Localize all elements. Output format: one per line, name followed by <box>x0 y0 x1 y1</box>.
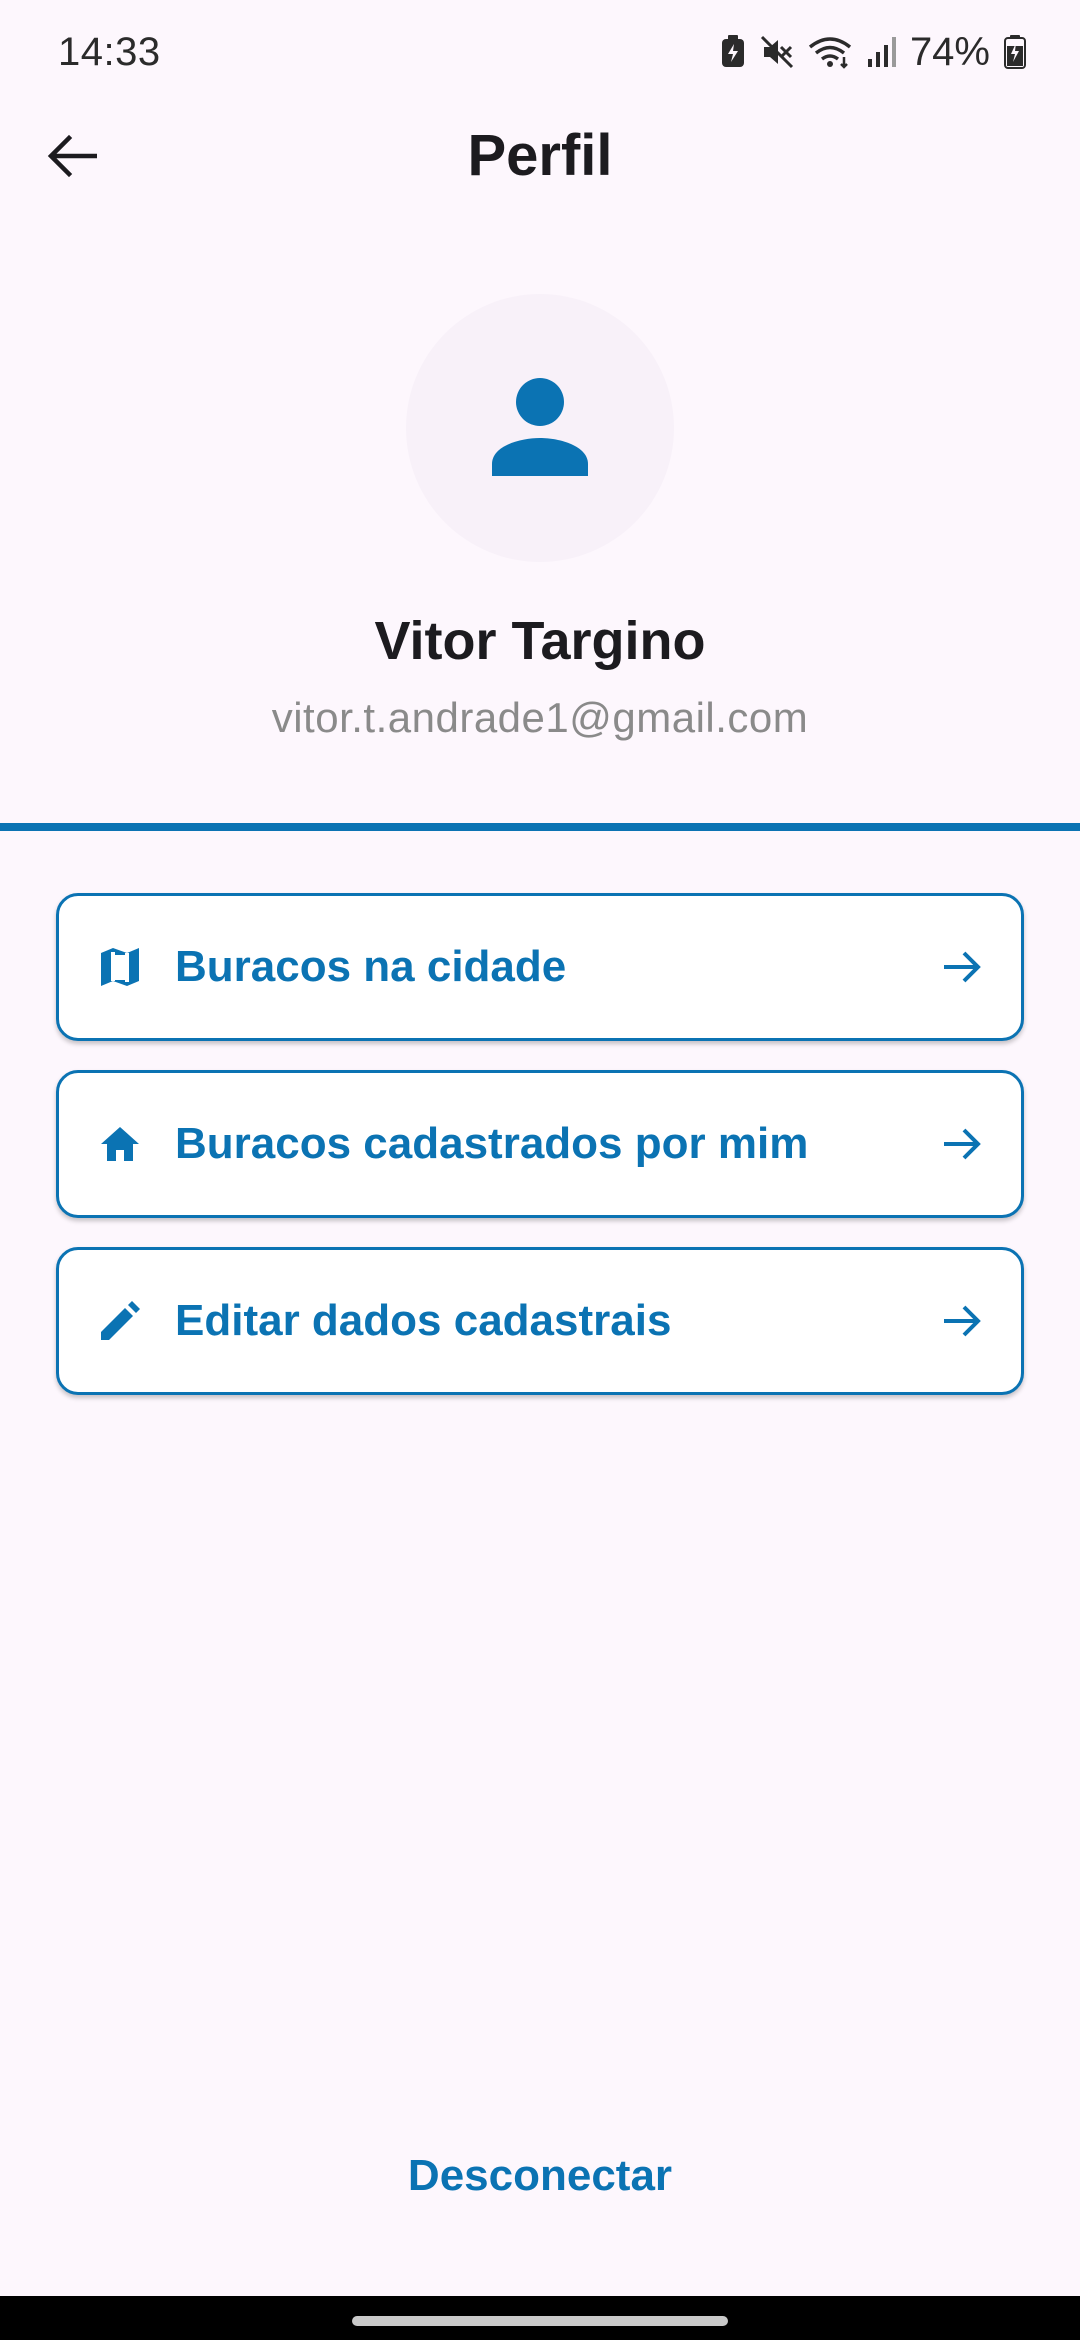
wifi-icon <box>808 35 852 69</box>
map-icon <box>93 940 147 994</box>
mute-icon <box>760 35 794 69</box>
home-icon <box>93 1117 147 1171</box>
status-icons: 74% <box>720 30 1026 75</box>
menu-item-label: Editar dados cadastrais <box>175 1296 672 1345</box>
home-gesture-handle[interactable] <box>352 2316 728 2326</box>
battery-icon <box>1004 35 1026 69</box>
profile-name: Vitor Targino <box>374 611 706 671</box>
menu-item-label: Buracos cadastrados por mim <box>175 1119 809 1168</box>
arrow-forward-icon <box>937 1296 987 1346</box>
arrow-forward-icon <box>937 1119 987 1169</box>
battery-percentage: 74% <box>909 29 990 74</box>
logout-button[interactable]: Desconectar <box>340 2138 740 2214</box>
app-bar: Perfil <box>0 104 1080 212</box>
person-icon <box>490 376 590 481</box>
menu-item-label: Buracos na cidade <box>175 942 567 991</box>
menu-item-buracos-cadastrados[interactable]: Buracos cadastrados por mim <box>56 1070 1024 1218</box>
menu-item-editar-dados[interactable]: Editar dados cadastrais <box>56 1247 1024 1395</box>
profile-email: vitor.t.andrade1@gmail.com <box>271 694 809 741</box>
battery-saver-icon <box>720 35 746 69</box>
edit-pencil-icon <box>93 1294 147 1348</box>
signal-icon <box>866 35 896 69</box>
avatar <box>406 294 674 562</box>
menu-item-buracos-na-cidade[interactable]: Buracos na cidade <box>56 893 1024 1041</box>
page-title: Perfil <box>467 123 613 188</box>
divider <box>0 823 1080 831</box>
arrow-forward-icon <box>937 942 987 992</box>
status-bar: 14:33 74% <box>0 0 1080 104</box>
status-time: 14:33 <box>58 29 161 74</box>
